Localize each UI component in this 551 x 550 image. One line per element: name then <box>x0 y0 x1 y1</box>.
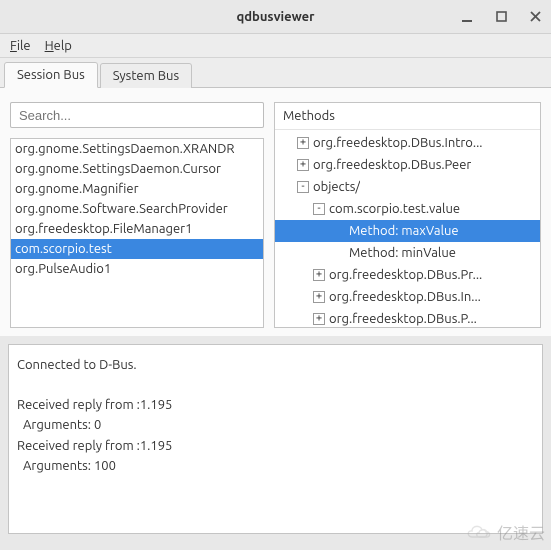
menu-file[interactable]: File <box>10 39 31 53</box>
tree-label: org.freedesktop.DBus.Peer <box>313 158 471 172</box>
tree-row[interactable]: + org.freedesktop.DBus.Peer <box>275 154 540 176</box>
tree-label: com.scorpio.test.value <box>329 202 460 216</box>
tree-label: Method: maxValue <box>349 224 459 238</box>
expand-icon[interactable]: + <box>313 313 325 325</box>
main-content: org.gnome.SettingsDaemon.XRANDRorg.gnome… <box>0 88 551 336</box>
tab-system-bus[interactable]: System Bus <box>100 63 192 88</box>
service-item[interactable]: org.gnome.SettingsDaemon.Cursor <box>11 159 263 179</box>
expand-icon[interactable]: + <box>297 137 309 149</box>
service-item[interactable]: org.PulseAudio1 <box>11 259 263 279</box>
tree-row[interactable]: -com.scorpio.test.value <box>275 198 540 220</box>
close-button[interactable] <box>527 9 543 25</box>
service-item[interactable]: org.gnome.SettingsDaemon.XRANDR <box>11 139 263 159</box>
tree-row[interactable]: + org.freedesktop.DBus.In... <box>275 286 540 308</box>
tree-label: org.freedesktop.DBus.In... <box>329 290 481 304</box>
menu-help[interactable]: Help <box>45 39 72 53</box>
tab-bar: Session Bus System Bus <box>0 58 551 88</box>
log-pane[interactable]: Connected to D-Bus. Received reply from … <box>8 344 543 534</box>
collapse-icon[interactable]: - <box>297 181 309 193</box>
left-pane: org.gnome.SettingsDaemon.XRANDRorg.gnome… <box>10 102 264 328</box>
tab-session-bus[interactable]: Session Bus <box>4 62 98 88</box>
service-item[interactable]: org.gnome.Software.SearchProvider <box>11 199 263 219</box>
window-controls <box>459 9 543 25</box>
tree-label: objects/ <box>313 180 360 194</box>
tree-label: Method: minValue <box>349 246 456 260</box>
tree-row[interactable]: Method: minValue <box>275 242 540 264</box>
tree-label: org.freedesktop.DBus.Pr... <box>329 268 482 282</box>
menu-bar: File Help <box>0 34 551 58</box>
tree-row[interactable]: + org.freedesktop.DBus.Pr... <box>275 264 540 286</box>
tree-row[interactable]: + org.freedesktop.DBus.Intro... <box>275 132 540 154</box>
tree-row[interactable]: + org.freedesktop.DBus.P... <box>275 308 540 328</box>
methods-header: Methods <box>275 103 540 130</box>
tree-label: org.freedesktop.DBus.Intro... <box>313 136 482 150</box>
maximize-button[interactable] <box>493 9 509 25</box>
title-bar: qdbusviewer <box>0 0 551 34</box>
collapse-icon[interactable]: - <box>313 203 325 215</box>
methods-pane: Methods + org.freedesktop.DBus.Intro... + o… <box>274 102 541 328</box>
methods-tree[interactable]: + org.freedesktop.DBus.Intro... + org.freed… <box>275 130 540 328</box>
expand-icon[interactable]: + <box>297 159 309 171</box>
service-item[interactable]: com.scorpio.test <box>11 239 263 259</box>
minimize-button[interactable] <box>459 9 475 25</box>
service-item[interactable]: org.gnome.Magnifier <box>11 179 263 199</box>
expand-icon[interactable]: + <box>313 269 325 281</box>
tree-label: org.freedesktop.DBus.P... <box>329 312 477 326</box>
services-list[interactable]: org.gnome.SettingsDaemon.XRANDRorg.gnome… <box>10 138 264 328</box>
tree-row[interactable]: Method: maxValue <box>275 220 540 242</box>
window-title: qdbusviewer <box>236 10 314 24</box>
expand-icon[interactable]: + <box>313 291 325 303</box>
service-item[interactable]: org.freedesktop.FileManager1 <box>11 219 263 239</box>
search-input[interactable] <box>10 102 264 128</box>
tree-row[interactable]: -objects/ <box>275 176 540 198</box>
